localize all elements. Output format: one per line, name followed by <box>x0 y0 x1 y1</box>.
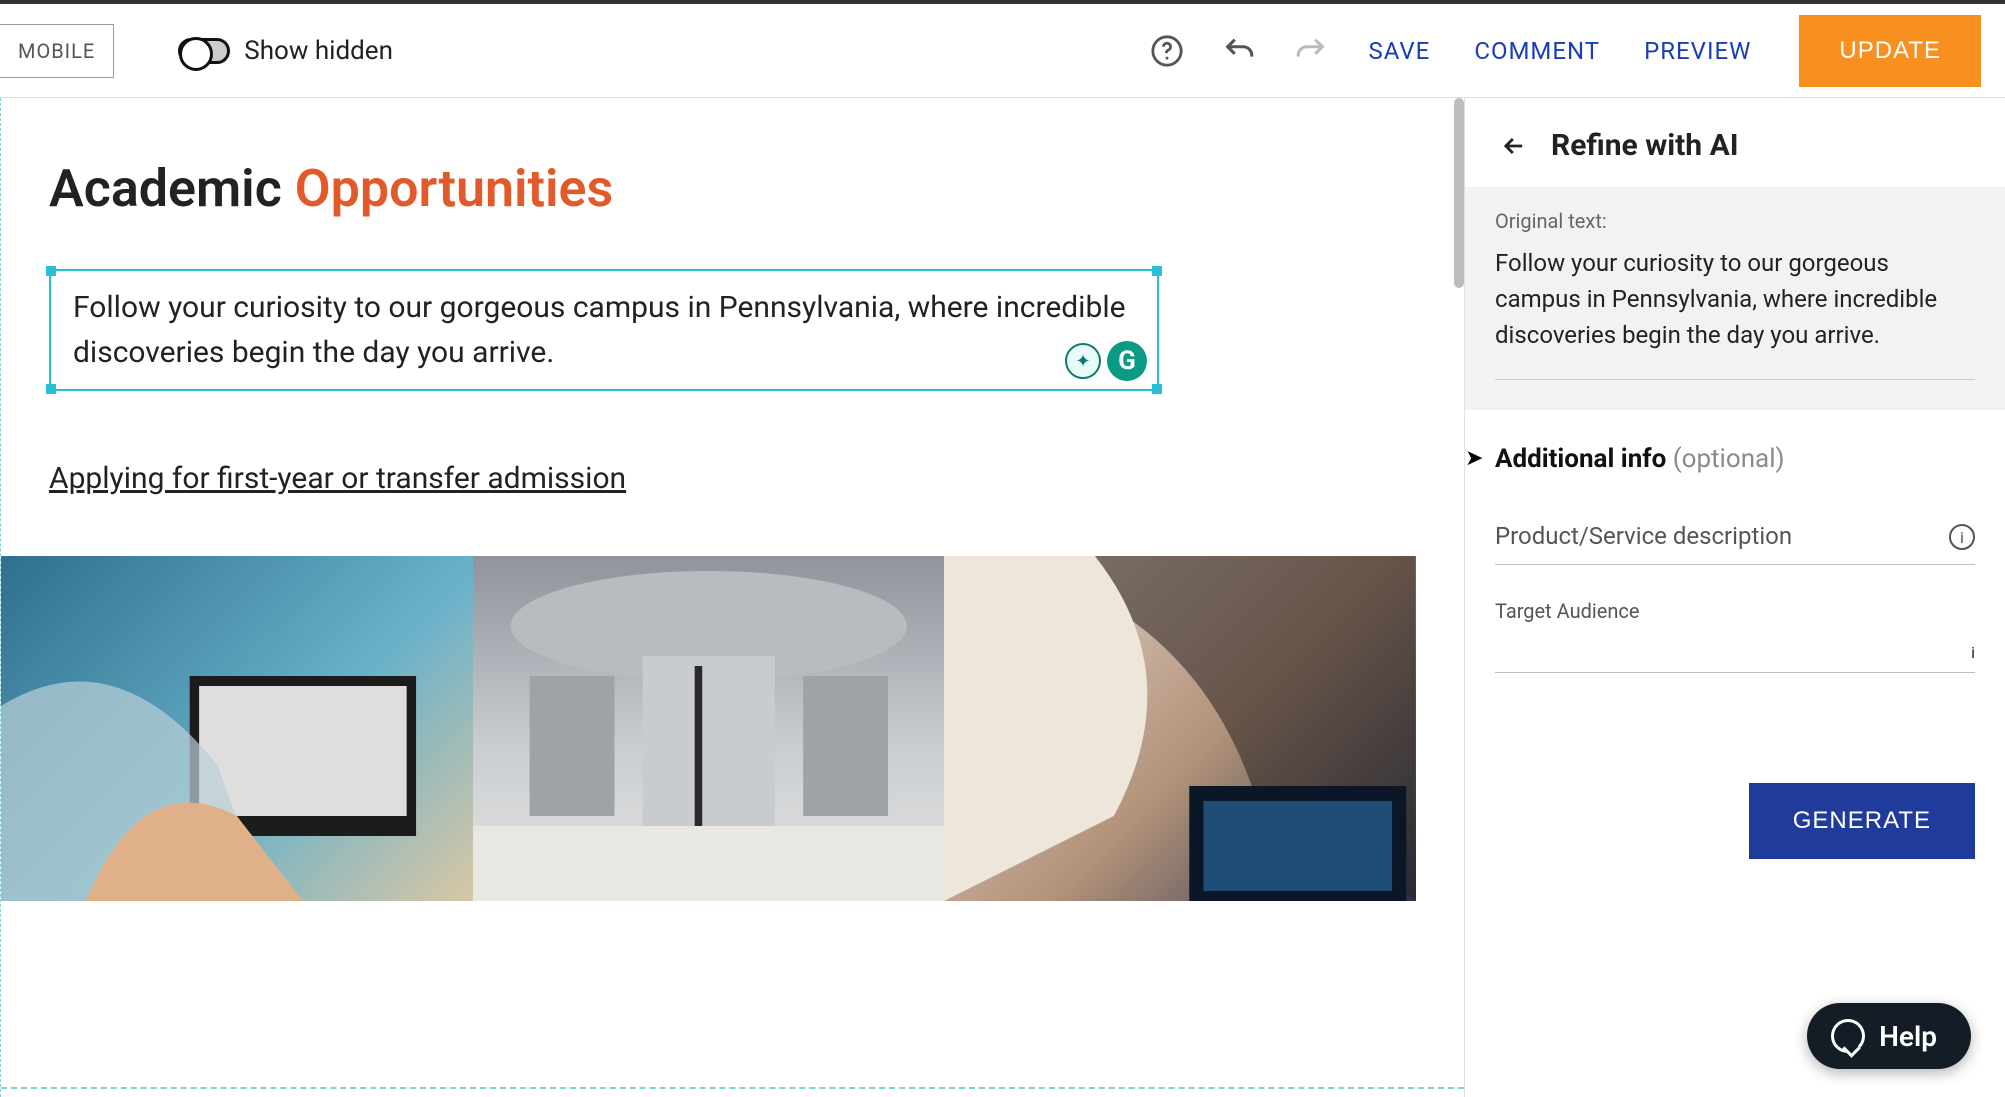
mouse-cursor-icon: ➤ <box>1465 446 1483 471</box>
grammarly-icon[interactable]: G <box>1107 341 1147 381</box>
show-hidden-label: Show hidden <box>244 36 393 66</box>
redo-icon <box>1287 27 1335 75</box>
show-hidden-toggle-group: Show hidden <box>178 36 393 66</box>
lightbulb-icon[interactable]: ✦ <box>1065 343 1101 379</box>
panel-body: ➤ Additional info (optional) Product/Ser… <box>1465 410 2005 1097</box>
editor-canvas[interactable]: Academic Opportunities Follow your curio… <box>0 98 1464 1097</box>
chat-bubble-icon <box>1831 1019 1865 1053</box>
refine-ai-panel: Refine with AI Original text: Follow you… <box>1464 98 2005 1097</box>
selection-handle[interactable] <box>1152 384 1162 394</box>
target-audience-input[interactable]: i <box>1495 623 1975 673</box>
canvas-scrollbar[interactable] <box>1454 98 1464 288</box>
device-mobile-chip[interactable]: MOBILE <box>0 24 114 78</box>
selection-handle[interactable] <box>46 384 56 394</box>
original-text-label: Original text: <box>1495 209 1975 233</box>
show-hidden-toggle[interactable] <box>178 38 230 64</box>
content-image-1[interactable] <box>1 556 473 901</box>
content-image-2[interactable] <box>473 556 945 901</box>
divider <box>1495 379 1975 380</box>
selected-text-block[interactable]: Follow your curiosity to our gorgeous ca… <box>49 269 1159 391</box>
help-button[interactable]: Help <box>1807 1003 1971 1069</box>
selection-handle[interactable] <box>1152 266 1162 276</box>
main-area: Academic Opportunities Follow your curio… <box>0 98 2005 1097</box>
arrow-left-icon[interactable] <box>1499 131 1529 161</box>
panel-header: Refine with AI <box>1465 98 2005 187</box>
info-icon[interactable]: i <box>1949 524 1975 550</box>
comment-button[interactable]: COMMENT <box>1464 37 1610 65</box>
page-title-accent: Opportunities <box>295 158 614 219</box>
undo-icon[interactable] <box>1215 27 1263 75</box>
editor-toolbar: MOBILE Show hidden SAVE COMMENT PREVIEW … <box>0 0 2005 98</box>
preview-button[interactable]: PREVIEW <box>1634 37 1761 65</box>
additional-info-heading: Additional info (optional) <box>1495 444 1975 474</box>
page-title[interactable]: Academic Opportunities <box>49 158 1416 219</box>
original-text-box: Original text: Follow your curiosity to … <box>1465 187 2005 410</box>
product-description-input[interactable]: Product/Service description i <box>1495 516 1975 565</box>
help-circle-icon[interactable] <box>1143 27 1191 75</box>
additional-info-optional: (optional) <box>1673 444 1785 474</box>
apply-admission-link[interactable]: Applying for first-year or transfer admi… <box>49 461 626 496</box>
grammarly-widget: ✦ G <box>1065 341 1147 381</box>
product-description-placeholder: Product/Service description <box>1495 522 1792 550</box>
generate-button[interactable]: GENERATE <box>1749 783 1975 859</box>
additional-info-label: Additional info <box>1495 444 1673 474</box>
selection-handle[interactable] <box>46 266 56 276</box>
image-row <box>1 556 1416 901</box>
content-image-3[interactable] <box>944 556 1416 901</box>
page-title-part1: Academic <box>49 158 295 219</box>
panel-title: Refine with AI <box>1551 128 1739 163</box>
save-button[interactable]: SAVE <box>1359 37 1441 65</box>
target-audience-label: Target Audience <box>1495 599 1975 623</box>
original-text-content: Follow your curiosity to our gorgeous ca… <box>1495 245 1975 353</box>
info-icon[interactable]: i <box>1971 643 1975 662</box>
update-button[interactable]: UPDATE <box>1799 15 1981 87</box>
help-label: Help <box>1879 1020 1937 1053</box>
selected-paragraph-text: Follow your curiosity to our gorgeous ca… <box>73 290 1126 370</box>
